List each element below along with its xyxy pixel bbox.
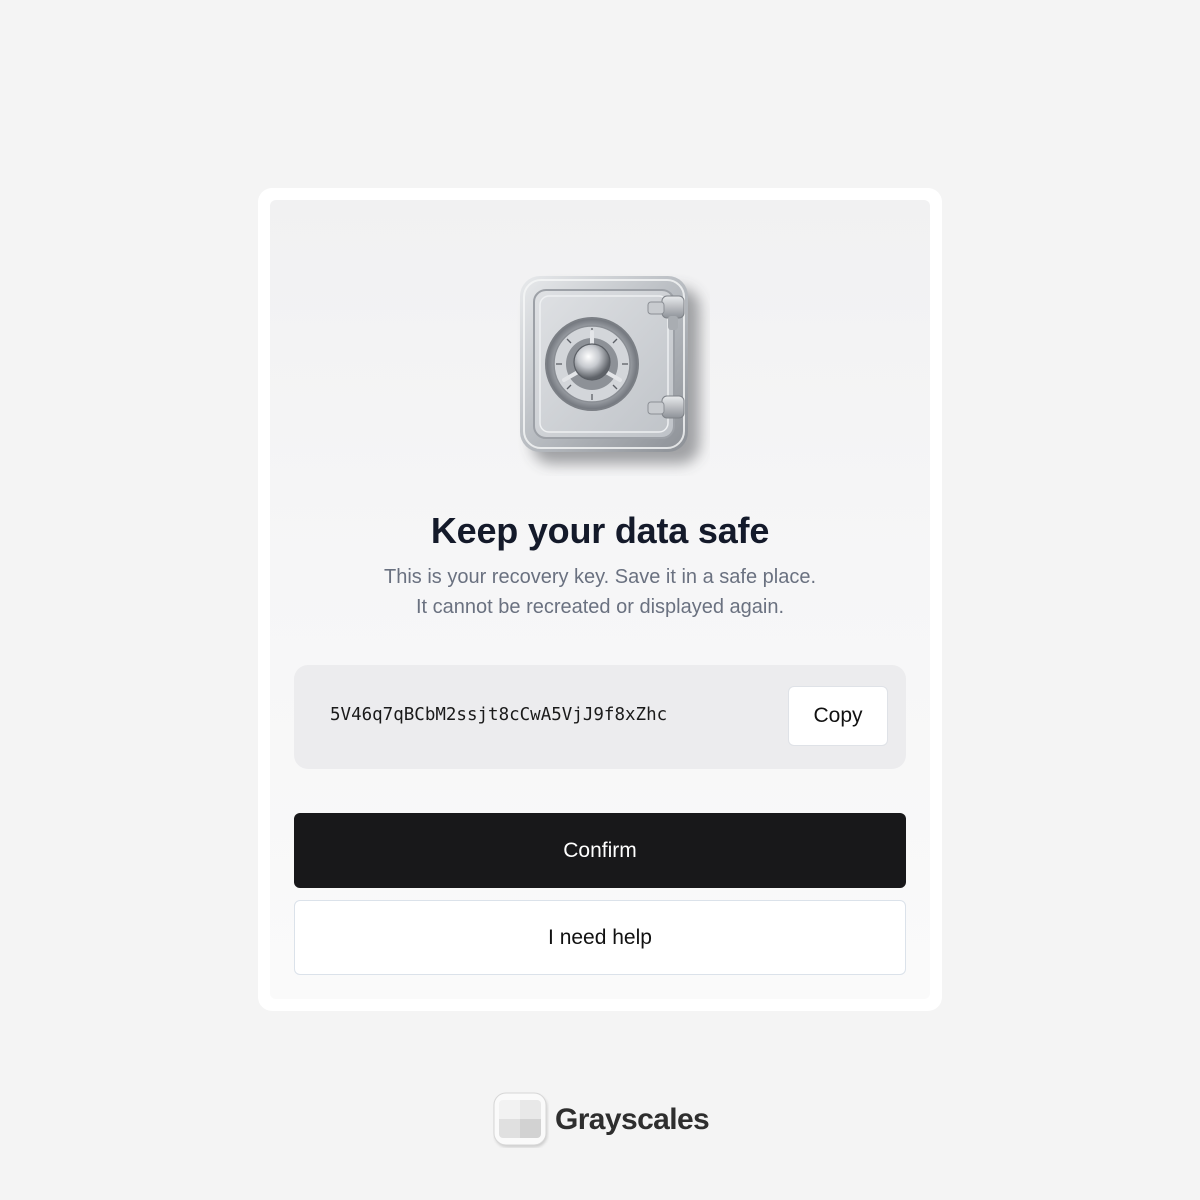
subtitle-line-1: This is your recovery key. Save it in a … [383, 566, 817, 588]
recovery-key-value[interactable]: 5V46q7qBCbM2ssjt8cCwA5VjJ9f8xZhc [330, 705, 667, 725]
recovery-key-box: 5V46q7qBCbM2ssjt8cCwA5VjJ9f8xZhc Copy [294, 665, 906, 769]
grayscales-logo-icon [493, 1092, 549, 1148]
safe-icon [510, 266, 710, 476]
copy-button[interactable]: Copy [788, 686, 888, 746]
dialog-content: Keep your data safe This is your recover… [270, 200, 930, 999]
dialog-title: Keep your data safe [430, 510, 770, 551]
help-button[interactable]: I need help [294, 900, 906, 975]
brand-name: Grayscales [555, 1103, 710, 1136]
dialog-subtitle: This is your recovery key. Save it in a … [270, 562, 930, 622]
subtitle-line-2: It cannot be recreated or displayed agai… [415, 596, 785, 618]
recovery-key-dialog: Keep your data safe This is your recover… [258, 188, 942, 1011]
confirm-button[interactable]: Confirm [294, 813, 906, 888]
brand: Grayscales [493, 1092, 710, 1148]
